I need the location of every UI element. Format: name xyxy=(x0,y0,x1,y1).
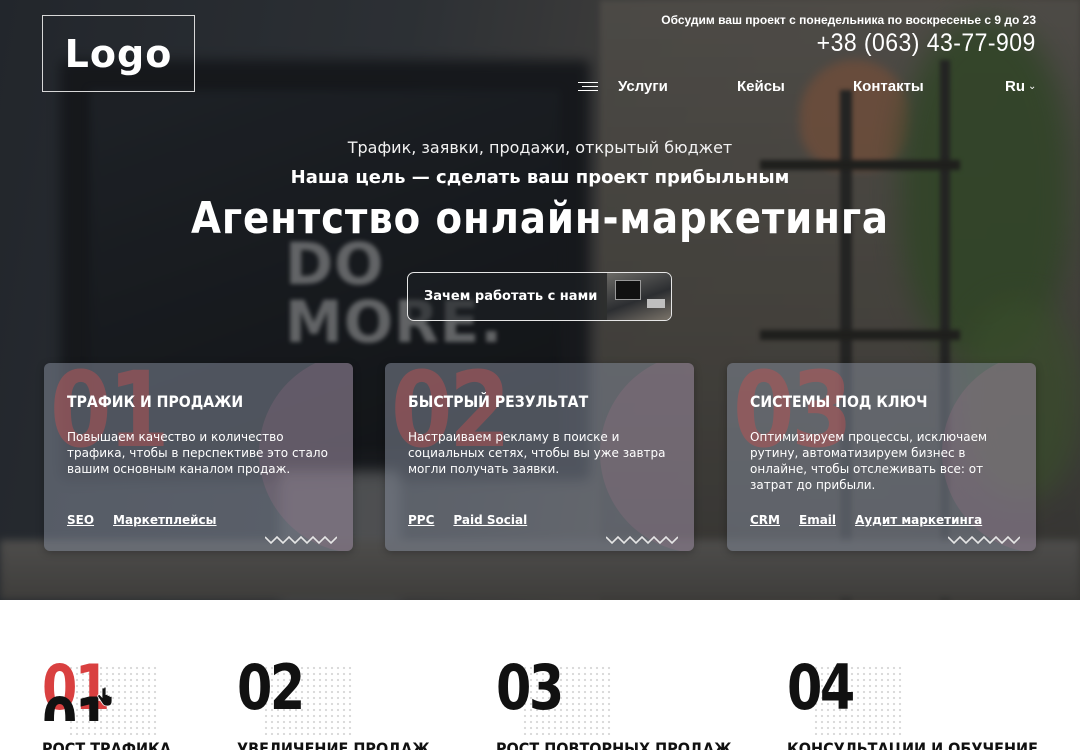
main-nav: Услуги Кейсы Контакты Ru ⌄ xyxy=(0,78,1080,98)
card-title: ТРАФИК И ПРОДАЖИ xyxy=(67,392,244,411)
feature-card-fast-result[interactable]: 02 БЫСТРЫЙ РЕЗУЛЬТАТ Настраиваем рекламу… xyxy=(385,363,694,551)
language-selector[interactable]: Ru ⌄ xyxy=(1005,78,1036,95)
step-number: 03 xyxy=(496,651,564,724)
step-label: УВЕЛИЧЕНИЕ ПРОДАЖ xyxy=(237,739,430,750)
step-number: 02 xyxy=(237,651,305,724)
card-title: БЫСТРЫЙ РЕЗУЛЬТАТ xyxy=(408,392,589,411)
step-item[interactable]: 02 УВЕЛИЧЕНИЕ ПРОДАЖ xyxy=(237,651,430,750)
step-item[interactable]: 04 КОНСУЛЬТАЦИИ И ОБУЧЕНИЕ xyxy=(787,651,1038,750)
link-marketing-audit[interactable]: Аудит маркетинга xyxy=(855,513,982,527)
hero-tagline: Трафик, заявки, продажи, открытый бюджет xyxy=(347,138,733,157)
hamburger-menu-icon[interactable] xyxy=(578,82,598,92)
logo-text: Logo xyxy=(64,31,173,76)
card-description: Оптимизируем процессы, исключаем рутину,… xyxy=(750,430,988,492)
step-label: РОСТ ТРАФИКА xyxy=(42,739,171,750)
hero-title: Агентство онлайн-маркетинга xyxy=(191,193,889,244)
chevron-down-icon: ⌄ xyxy=(1028,81,1037,92)
hand-pointer-cursor-icon xyxy=(97,687,113,707)
working-hours: Обсудим ваш проект с понедельника по вос… xyxy=(661,13,1036,27)
zigzag-wave-icon xyxy=(265,535,337,545)
card-links: SEO Маркетплейсы xyxy=(67,509,236,528)
feature-card-traffic[interactable]: 01 ТРАФИК И ПРОДАЖИ Повышаем качество и … xyxy=(44,363,353,551)
why-us-button-label: Зачем работать с нами xyxy=(424,289,598,304)
card-title: СИСТЕМЫ ПОД КЛЮЧ xyxy=(750,392,928,411)
nav-item-cases[interactable]: Кейсы xyxy=(737,78,785,95)
why-us-button[interactable]: Зачем работать с нами xyxy=(407,272,672,321)
link-seo[interactable]: SEO xyxy=(67,513,94,527)
card-links: PPC Paid Social xyxy=(408,509,546,528)
hero-subtitle: Наша цель — сделать ваш проект прибыльны… xyxy=(290,167,790,188)
step-label: КОНСУЛЬТАЦИИ И ОБУЧЕНИЕ xyxy=(787,739,1038,750)
nav-item-contacts[interactable]: Контакты xyxy=(853,78,924,95)
card-description: Повышаем качество и количество трафика, … xyxy=(67,430,328,476)
language-label: Ru xyxy=(1005,78,1025,95)
zigzag-wave-icon xyxy=(948,535,1020,545)
phone-number[interactable]: +38 (063) 43-77-909 xyxy=(691,29,1036,58)
card-description: Настраиваем рекламу в поиске и социальны… xyxy=(408,430,666,476)
card-links: CRM Email Аудит маркетинга xyxy=(750,509,1001,528)
hero-section: DO MORE. Logo Обсудим ваш проект с понеде… xyxy=(0,0,1080,600)
step-label: РОСТ ПОВТОРНЫХ ПРОДАЖ xyxy=(496,739,732,750)
link-ppc[interactable]: PPC xyxy=(408,513,434,527)
link-paid-social[interactable]: Paid Social xyxy=(453,513,527,527)
nav-item-services[interactable]: Услуги xyxy=(618,78,668,95)
why-us-thumbnail xyxy=(607,273,671,320)
zigzag-wave-icon xyxy=(606,535,678,545)
feature-card-turnkey-systems[interactable]: 03 СИСТЕМЫ ПОД КЛЮЧ Оптимизируем процесс… xyxy=(727,363,1036,551)
link-crm[interactable]: CRM xyxy=(750,513,780,527)
link-marketplaces[interactable]: Маркетплейсы xyxy=(113,513,216,527)
step-item[interactable]: 03 РОСТ ПОВТОРНЫХ ПРОДАЖ xyxy=(496,651,732,750)
step-number: 04 xyxy=(787,651,855,724)
link-email[interactable]: Email xyxy=(799,513,836,527)
contact-block: Обсудим ваш проект с понедельника по вос… xyxy=(661,13,1036,58)
